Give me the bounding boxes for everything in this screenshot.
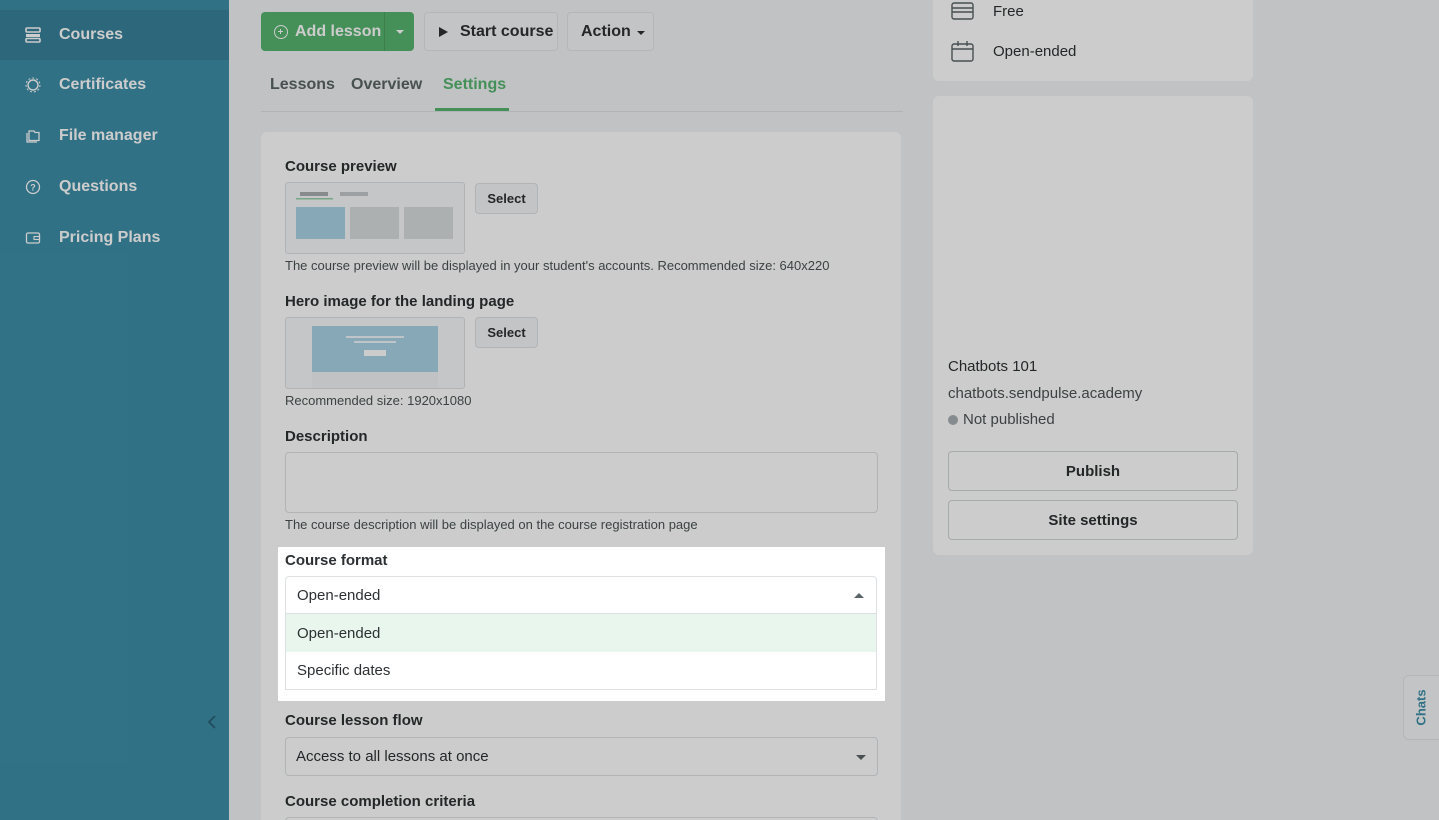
- course-format-label: Course format: [285, 552, 388, 569]
- course-format-value: Open-ended: [297, 586, 381, 604]
- course-format-option-specific-dates[interactable]: Specific dates: [285, 652, 877, 690]
- course-format-select[interactable]: Open-ended: [285, 576, 877, 614]
- caret-up-icon: [854, 593, 864, 598]
- course-format-option-open-ended[interactable]: Open-ended: [285, 614, 877, 652]
